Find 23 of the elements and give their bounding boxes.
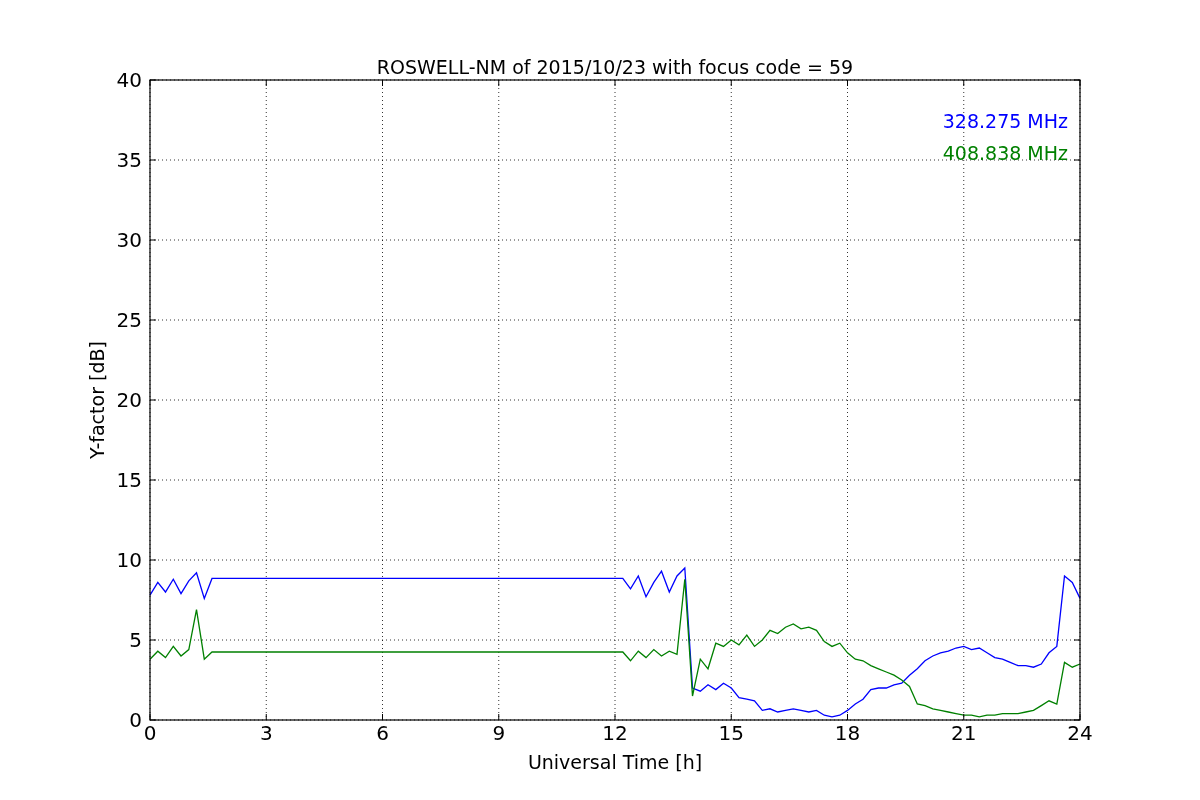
x-tick-label: 21 bbox=[951, 721, 977, 745]
y-tick-label: 0 bbox=[129, 708, 142, 732]
x-tick-label: 3 bbox=[259, 721, 273, 745]
y-tick-label: 20 bbox=[116, 388, 142, 412]
x-tick-label: 12 bbox=[602, 721, 628, 745]
x-tick-label: 15 bbox=[718, 721, 744, 745]
y-tick-label: 35 bbox=[116, 148, 142, 172]
x-tick-label: 24 bbox=[1067, 721, 1093, 745]
chart-title: ROSWELL-NM of 2015/10/23 with focus code = 59 bbox=[376, 56, 854, 78]
y-tick-label: 5 bbox=[129, 628, 142, 652]
x-tick-label: 6 bbox=[376, 721, 389, 745]
y-tick-label: 15 bbox=[116, 468, 142, 492]
x-tick-label: 18 bbox=[834, 721, 861, 745]
x-axis-title: Universal Time [h] bbox=[527, 751, 703, 773]
legend-label: 328.275 MHz bbox=[942, 110, 1068, 132]
x-tick-label: 0 bbox=[143, 721, 157, 745]
y-tick-label: 10 bbox=[116, 548, 142, 572]
x-tick-label: 9 bbox=[492, 721, 506, 745]
y-axis-title: Y-factor [dB] bbox=[86, 341, 108, 459]
y-tick-label: 25 bbox=[116, 308, 142, 332]
y-tick-label: 40 bbox=[116, 68, 142, 92]
y-tick-label: 30 bbox=[116, 228, 142, 252]
legend-label: 408.838 MHz bbox=[942, 142, 1068, 164]
